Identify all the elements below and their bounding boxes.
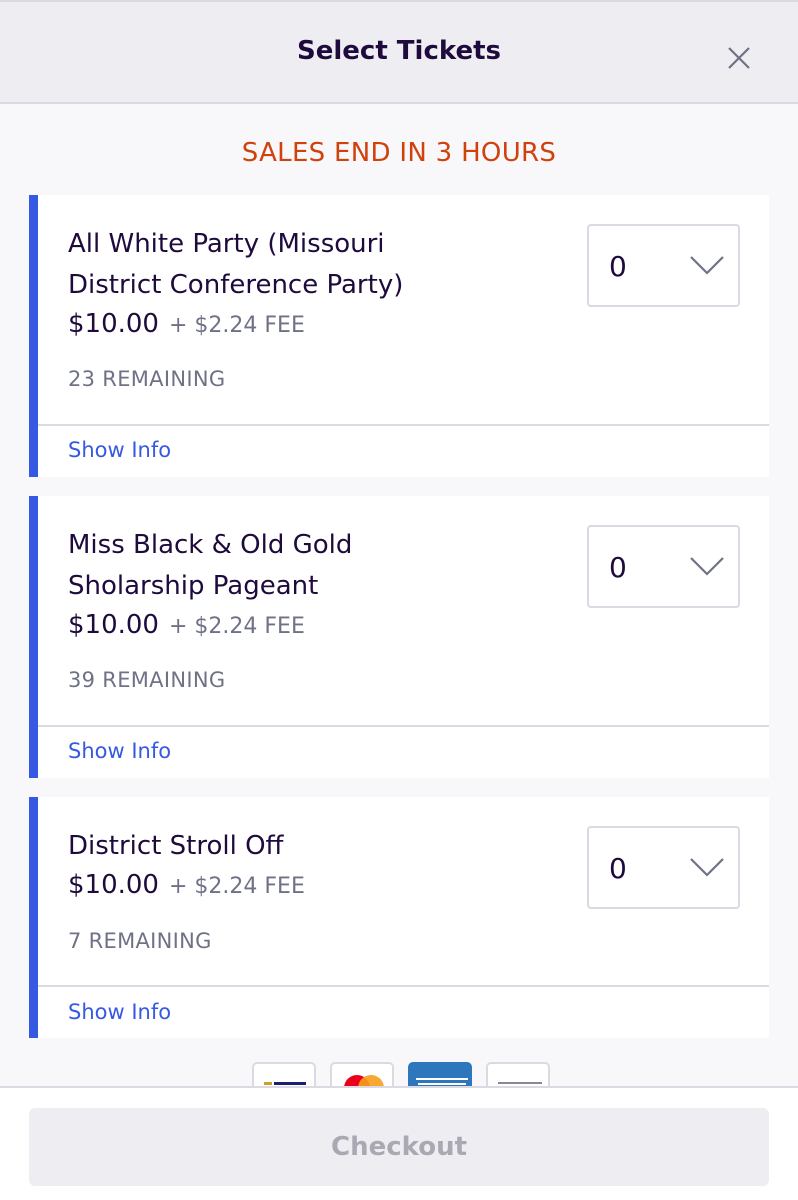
ticket-name-line: District Stroll Off bbox=[68, 831, 284, 861]
ticket-price: $10.00 bbox=[68, 870, 159, 900]
chevron-down-icon bbox=[690, 557, 724, 576]
ticket-divider bbox=[38, 424, 769, 426]
close-icon bbox=[728, 47, 750, 69]
checkout-button[interactable]: Checkout bbox=[29, 1108, 769, 1186]
ticket-name: Miss Black & Old Gold Sholarship Pageant bbox=[68, 525, 468, 607]
ticket-name-line: All White Party (Missouri bbox=[68, 229, 385, 259]
quantity-select[interactable]: 0 bbox=[587, 826, 740, 909]
ticket-price: $10.00 bbox=[68, 309, 159, 339]
sales-end-banner: SALES END IN 3 HOURS bbox=[241, 138, 557, 168]
ticket-divider bbox=[38, 725, 769, 727]
ticket-name: All White Party (Missouri District Confe… bbox=[68, 224, 468, 306]
ticket-accent-bar bbox=[29, 496, 38, 778]
ticket-fee: + $2.24 FEE bbox=[168, 313, 305, 338]
chevron-down-icon bbox=[690, 858, 724, 877]
ticket-price-row: $10.00 + $2.24 FEE bbox=[68, 870, 305, 900]
ticket-accent-bar bbox=[29, 195, 38, 477]
ticket-remaining: 23 REMAINING bbox=[68, 367, 226, 391]
ticket-price-row: $10.00 + $2.24 FEE bbox=[68, 309, 305, 339]
ticket-divider bbox=[38, 985, 769, 987]
ticket-selection-modal: Select Tickets SALES END IN 3 HOURS All … bbox=[0, 0, 798, 1200]
ticket-card: District Stroll Off $10.00 + $2.24 FEE 7 … bbox=[29, 797, 769, 1038]
show-info-link[interactable]: Show Info bbox=[68, 739, 171, 763]
ticket-remaining: 39 REMAINING bbox=[68, 668, 226, 692]
american-express-icon bbox=[408, 1062, 472, 1088]
discover-icon bbox=[486, 1062, 550, 1088]
mastercard-icon bbox=[330, 1062, 394, 1088]
modal-header: Select Tickets bbox=[0, 0, 798, 104]
quantity-value: 0 bbox=[609, 852, 627, 885]
ticket-card: All White Party (Missouri District Confe… bbox=[29, 195, 769, 477]
quantity-select[interactable]: 0 bbox=[587, 224, 740, 307]
chevron-down-icon bbox=[690, 256, 724, 275]
ticket-name-line: Sholarship Pageant bbox=[68, 571, 319, 601]
visa-icon bbox=[252, 1062, 316, 1088]
ticket-card: Miss Black & Old Gold Sholarship Pageant… bbox=[29, 496, 769, 778]
ticket-fee: + $2.24 FEE bbox=[168, 874, 305, 899]
payment-methods bbox=[252, 1062, 552, 1088]
ticket-price-row: $10.00 + $2.24 FEE bbox=[68, 610, 305, 640]
ticket-name-line: Miss Black & Old Gold bbox=[68, 530, 353, 560]
quantity-select[interactable]: 0 bbox=[587, 525, 740, 608]
modal-title: Select Tickets bbox=[297, 36, 501, 66]
modal-footer: Checkout bbox=[0, 1086, 798, 1200]
ticket-name: District Stroll Off bbox=[68, 826, 468, 867]
ticket-fee: + $2.24 FEE bbox=[168, 614, 305, 639]
ticket-price: $10.00 bbox=[68, 610, 159, 640]
show-info-link[interactable]: Show Info bbox=[68, 1000, 171, 1024]
quantity-value: 0 bbox=[609, 250, 627, 283]
show-info-link[interactable]: Show Info bbox=[68, 438, 171, 462]
close-button[interactable] bbox=[718, 38, 760, 80]
ticket-accent-bar bbox=[29, 797, 38, 1038]
quantity-value: 0 bbox=[609, 551, 627, 584]
ticket-name-line: District Conference Party) bbox=[68, 270, 404, 300]
ticket-remaining: 7 REMAINING bbox=[68, 929, 212, 953]
